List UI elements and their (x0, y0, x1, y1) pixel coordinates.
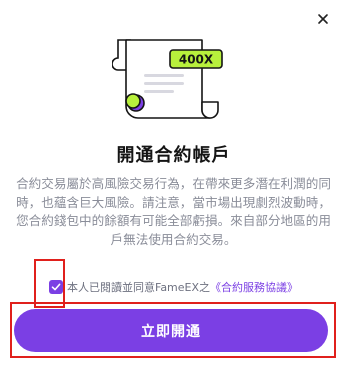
contract-document-illustration: 400X (112, 39, 223, 119)
dialog-title: 開通合約帳戶 (116, 145, 231, 166)
leverage-badge-text: 400X (179, 53, 214, 67)
contract-service-agreement-link[interactable]: 《合約服務協議》 (210, 281, 298, 294)
button-highlight-box (10, 302, 336, 358)
agreement-text: 本人已閱讀並同意FameEX之《合約服務協議》 (67, 279, 298, 295)
agreement-row: 本人已閱讀並同意FameEX之《合約服務協議》 (49, 279, 339, 295)
agreement-prefix: 本人已閱讀並同意FameEX之 (67, 281, 211, 294)
checkbox-highlight-box (34, 259, 65, 308)
open-contract-account-dialog: 400X 開通合約帳戶 合約交易屬於高風險交易行為，在帶來更多潛在利潤的同時，也… (0, 0, 347, 368)
close-icon[interactable] (316, 12, 330, 26)
risk-description: 合約交易屬於高風險交易行為，在帶來更多潛在利潤的同時，也蘊含巨大風險。請注意，當… (16, 176, 331, 247)
